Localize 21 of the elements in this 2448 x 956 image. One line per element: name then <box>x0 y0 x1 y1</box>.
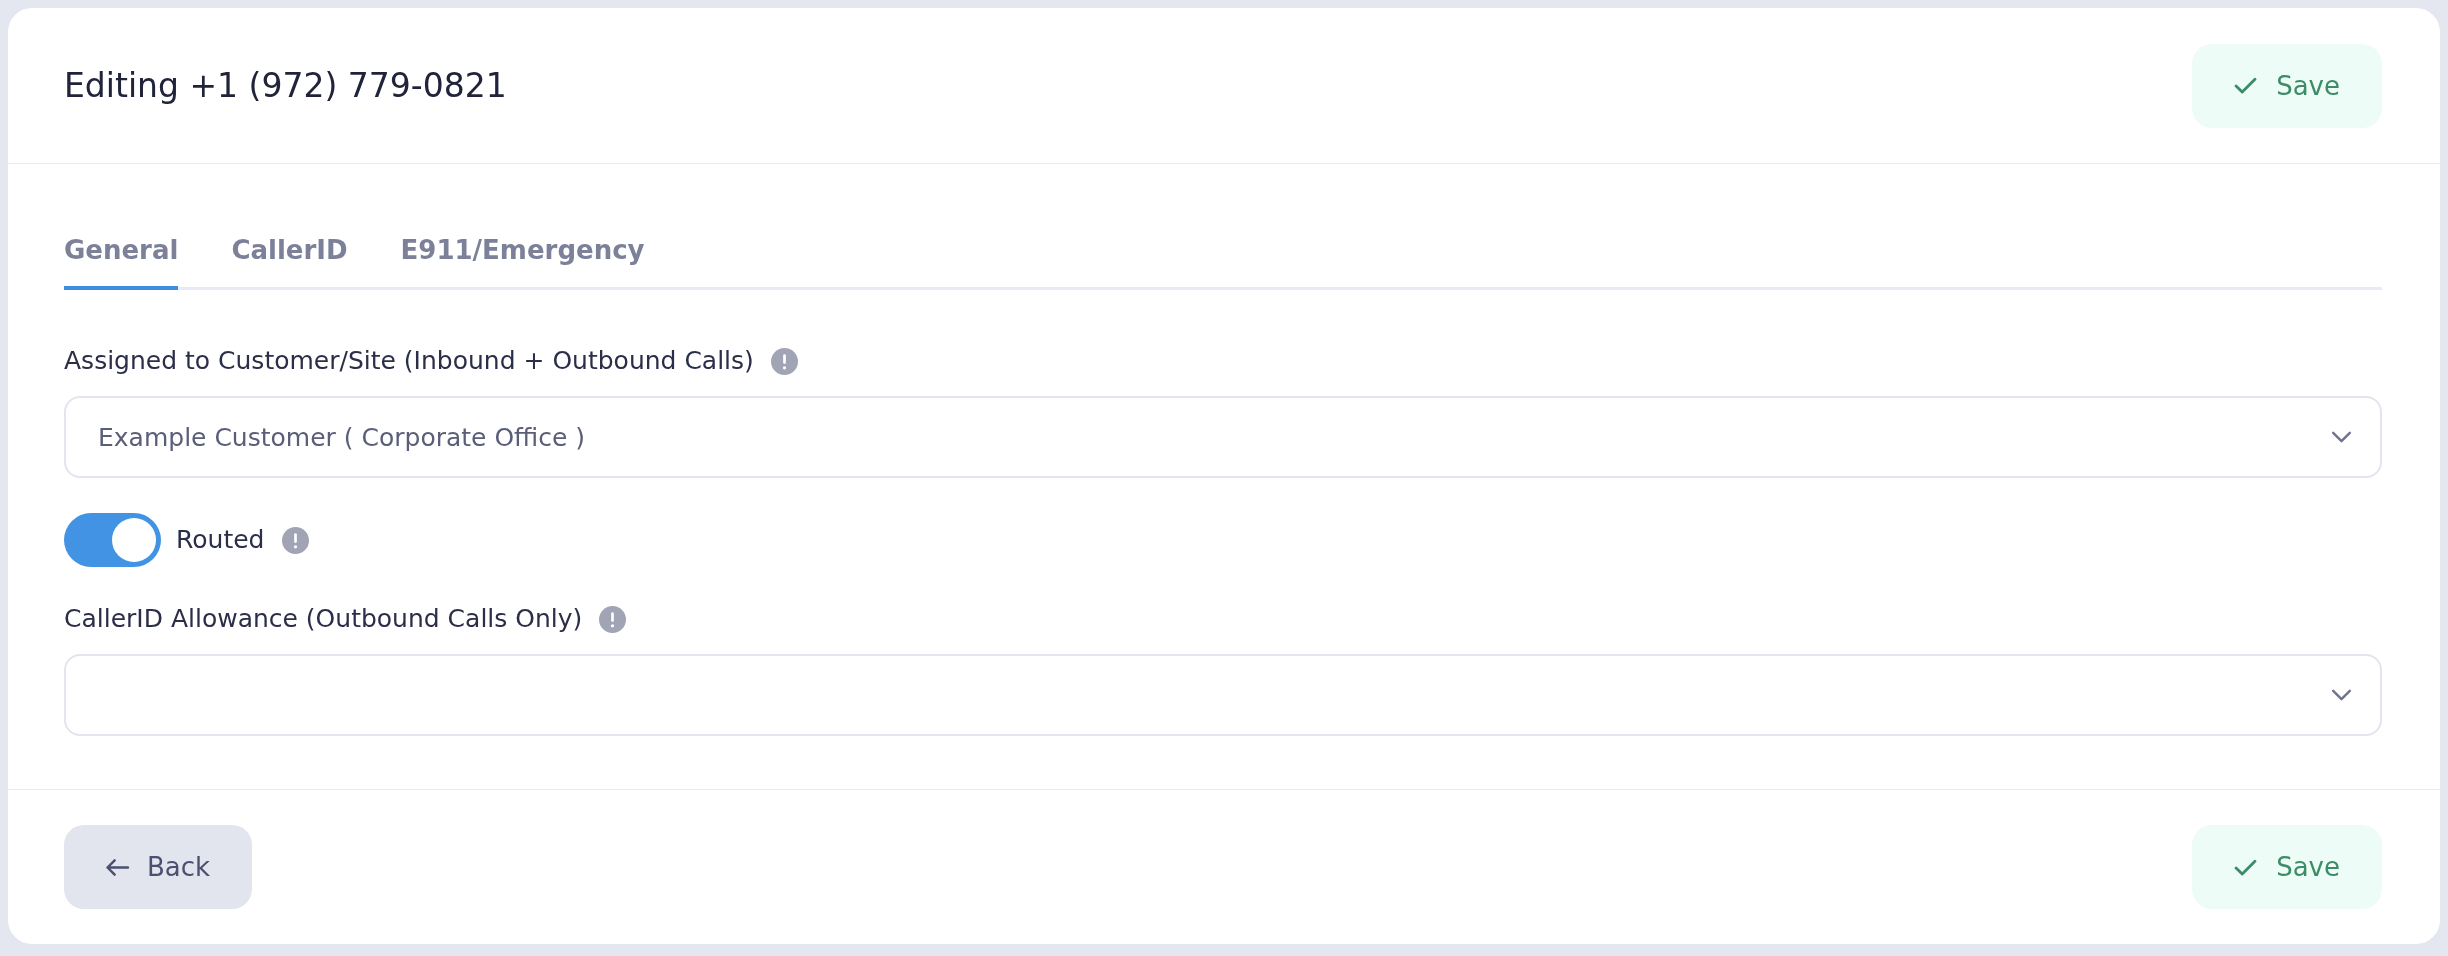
field-label: CallerID Allowance (Outbound Calls Only) <box>64 603 583 635</box>
exclamation-icon[interactable] <box>770 347 798 375</box>
save-button[interactable]: Save <box>2192 43 2382 128</box>
tab[interactable]: CallerID <box>231 233 348 290</box>
check-icon <box>2234 858 2258 876</box>
arrow-left-icon <box>105 857 130 877</box>
select-field[interactable] <box>64 654 2382 736</box>
exclamation-icon[interactable] <box>599 605 627 633</box>
tab[interactable]: General <box>64 233 179 290</box>
exclamation-icon[interactable] <box>282 526 310 554</box>
page-title: Editing +1 (972) 779-0821 <box>64 65 507 106</box>
tab[interactable]: E911/Emergency <box>400 233 645 290</box>
chevron-down-icon <box>2331 431 2352 443</box>
field-label: Assigned to Customer/Site (Inbound + Outbound Calls) <box>64 345 754 377</box>
save-button[interactable]: Save <box>2192 825 2382 909</box>
check-icon <box>2234 77 2258 94</box>
select-field[interactable]: Example Customer ( Corporate Office ) <box>64 396 2382 478</box>
chevron-down-icon <box>2331 689 2352 701</box>
toggle-label: Routed <box>176 524 265 556</box>
back-button[interactable]: Back <box>64 825 253 909</box>
toggle-switch[interactable] <box>64 513 161 567</box>
